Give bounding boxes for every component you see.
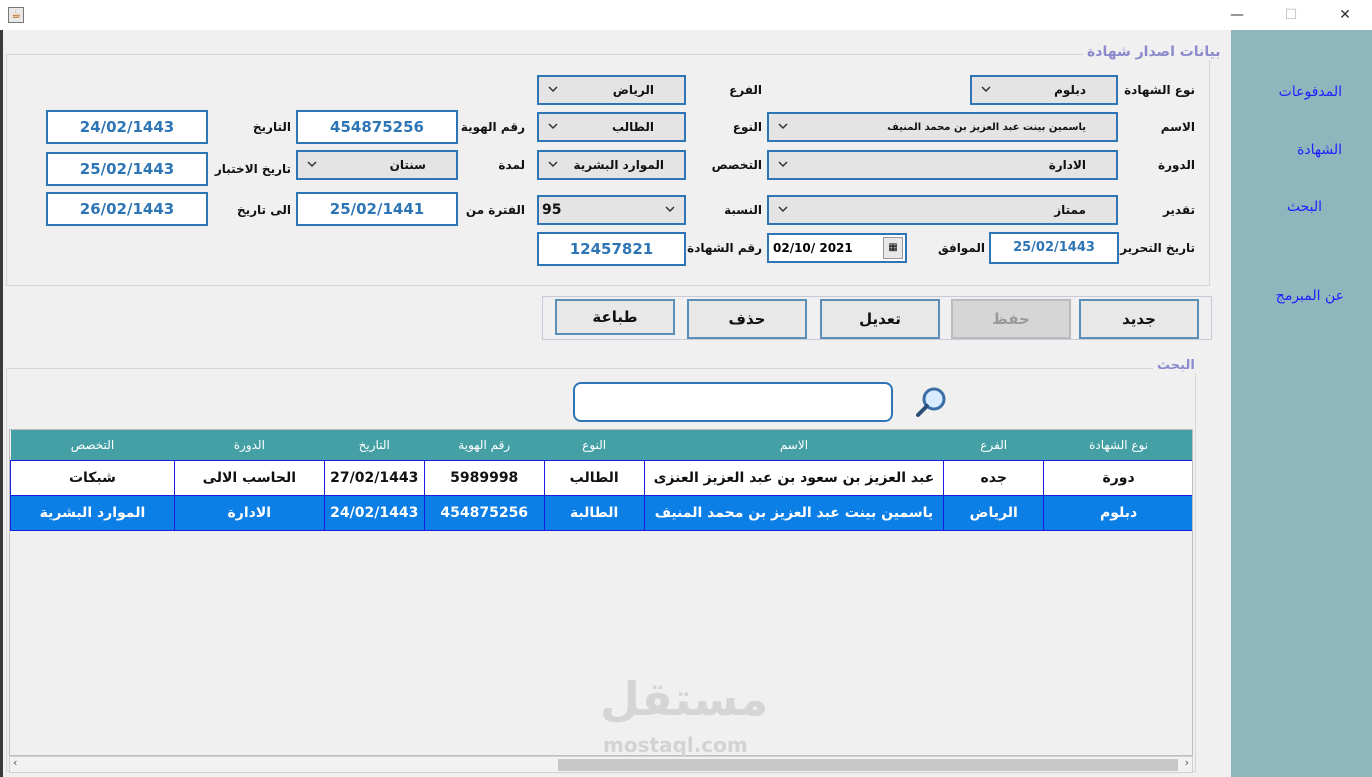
chevron-down-icon: [665, 206, 675, 213]
branch-combo[interactable]: الرياض: [537, 75, 686, 105]
edit-button[interactable]: تعديل: [820, 299, 940, 339]
cell-date[interactable]: 24/02/1443: [323, 494, 425, 531]
search-input[interactable]: [573, 382, 893, 422]
cell-course[interactable]: الحاسب الالى: [173, 459, 325, 496]
cell-major[interactable]: شبكات: [10, 459, 175, 496]
period-from-label: الفترة من: [465, 203, 525, 217]
cert-no-label: رقم الشهادة: [687, 241, 762, 255]
grade-combo[interactable]: ممتاز: [767, 195, 1118, 225]
date-label: التاريخ: [252, 120, 291, 134]
exam-date-field[interactable]: 25/02/1443: [46, 152, 208, 186]
col-cert-type[interactable]: نوع الشهادة: [1043, 430, 1192, 460]
chevron-down-icon: [548, 123, 558, 130]
java-app-icon: ☕: [8, 7, 24, 23]
nav-certificate-link[interactable]: الشهادة: [1297, 142, 1342, 158]
major-label: التخصص: [711, 158, 762, 172]
exam-date-label: تاريخ الاختبار: [214, 162, 291, 176]
close-button[interactable]: ✕: [1322, 0, 1368, 30]
horizontal-scrollbar[interactable]: ‹ ›: [9, 756, 1193, 773]
chevron-down-icon: [548, 86, 558, 93]
duration-combo[interactable]: سنتان: [296, 150, 458, 180]
col-branch[interactable]: الفرع: [943, 430, 1044, 460]
cell-gender[interactable]: الطالب: [543, 459, 645, 496]
issue-date-label: تاريخ التحرير: [1120, 241, 1195, 255]
duration-label: لمدة: [498, 158, 525, 172]
cell-cert-type[interactable]: دورة: [1043, 459, 1192, 496]
corresponding-label: الموافق: [938, 241, 985, 255]
app-window: ☕ — ☐ ✕ المدفوعات الشهادة البحث عن المبر…: [0, 0, 1372, 777]
cell-gender[interactable]: الطالبة: [543, 494, 645, 531]
cert-no-field[interactable]: 12457821: [537, 232, 686, 266]
col-major[interactable]: التخصص: [10, 430, 175, 460]
minimize-button[interactable]: —: [1214, 0, 1260, 30]
name-combo[interactable]: ياسمين بينت عبد العزيز بن محمد المنيف: [767, 112, 1118, 142]
period-from-field[interactable]: 25/02/1441: [296, 192, 458, 226]
nav-payments-link[interactable]: المدفوعات: [1279, 84, 1342, 100]
col-date[interactable]: التاريخ: [324, 430, 425, 460]
col-id[interactable]: رقم الهوية: [424, 430, 545, 460]
col-course[interactable]: الدورة: [174, 430, 325, 460]
chevron-down-icon: [981, 86, 991, 93]
course-label: الدورة: [1157, 158, 1195, 172]
cert-type-combo[interactable]: دبلوم: [970, 75, 1118, 105]
scrollbar-thumb[interactable]: [558, 759, 1178, 771]
calendar-icon[interactable]: ▦: [883, 237, 903, 259]
corresponding-date-picker[interactable]: 02/10/ 2021 ▦: [767, 233, 907, 263]
cell-id[interactable]: 5989998: [423, 459, 545, 496]
chevron-down-icon: [307, 161, 317, 168]
cell-id[interactable]: 454875256: [423, 494, 545, 531]
cell-name[interactable]: ياسمين بينت عبد العزيز بن محمد المنيف: [643, 494, 945, 531]
scroll-right-icon[interactable]: ›: [1185, 756, 1189, 769]
date-field[interactable]: 24/02/1443: [46, 110, 208, 144]
table-header-row: نوع الشهادة الفرع الاسم النوع رقم الهوية…: [10, 430, 1192, 460]
cell-name[interactable]: عبد العزيز بن سعود بن عبد العزيز العنزى: [643, 459, 945, 496]
gender-label: النوع: [732, 120, 762, 134]
chevron-down-icon: [778, 123, 788, 130]
cell-cert-type[interactable]: دبلوم: [1043, 494, 1192, 531]
watermark-logo: مستقل: [600, 672, 769, 726]
cell-branch[interactable]: جده: [943, 459, 1045, 496]
watermark-url: mostaql.com: [603, 733, 748, 757]
percent-combo[interactable]: 95: [537, 195, 686, 225]
issue-date-field[interactable]: 25/02/1443: [989, 232, 1119, 264]
id-label: رقم الهوية: [460, 120, 525, 134]
percent-label: النسبة: [724, 203, 762, 217]
grade-label: تقدير: [1162, 203, 1195, 217]
col-gender[interactable]: النوع: [544, 430, 645, 460]
table-row-selected[interactable]: دبلوم الرياض ياسمين بينت عبد العزيز بن م…: [10, 494, 1192, 531]
name-label: الاسم: [1160, 120, 1195, 134]
major-combo[interactable]: الموارد البشرية: [537, 150, 686, 180]
print-button[interactable]: طباعة: [555, 299, 675, 335]
nav-panel: المدفوعات الشهادة البحث عن المبرمج: [1231, 30, 1372, 777]
gender-combo[interactable]: الطالب: [537, 112, 686, 142]
col-name[interactable]: الاسم: [644, 430, 944, 460]
certificate-form-legend: بيانات اصدار شهادة: [1083, 44, 1225, 60]
save-button[interactable]: حفظ: [951, 299, 1071, 339]
chevron-down-icon: [548, 161, 558, 168]
id-field[interactable]: 454875256: [296, 110, 458, 144]
delete-button[interactable]: حذف: [687, 299, 807, 339]
window-left-edge: [0, 30, 3, 777]
title-bar: ☕ — ☐ ✕: [0, 0, 1372, 30]
chevron-down-icon: [778, 161, 788, 168]
scroll-left-icon[interactable]: ‹: [13, 756, 17, 769]
cell-branch[interactable]: الرياض: [943, 494, 1045, 531]
course-combo[interactable]: الادارة: [767, 150, 1118, 180]
new-button[interactable]: جديد: [1079, 299, 1199, 339]
search-legend: البحث: [1153, 358, 1199, 373]
branch-label: الفرع: [729, 83, 762, 97]
cell-major[interactable]: الموارد البشرية: [10, 494, 175, 531]
to-date-field[interactable]: 26/02/1443: [46, 192, 208, 226]
nav-about-link[interactable]: عن المبرمج: [1276, 288, 1344, 304]
nav-search-link[interactable]: البحث: [1287, 199, 1322, 215]
chevron-down-icon: [778, 206, 788, 213]
cell-course[interactable]: الادارة: [173, 494, 325, 531]
search-icon[interactable]: [914, 384, 950, 420]
cert-type-label: نوع الشهادة: [1124, 83, 1195, 97]
to-date-label: الى تاريخ: [236, 203, 291, 217]
maximize-button[interactable]: ☐: [1268, 0, 1314, 30]
table-row[interactable]: دورة جده عبد العزيز بن سعود بن عبد العزي…: [10, 459, 1192, 496]
cell-date[interactable]: 27/02/1443: [323, 459, 425, 496]
